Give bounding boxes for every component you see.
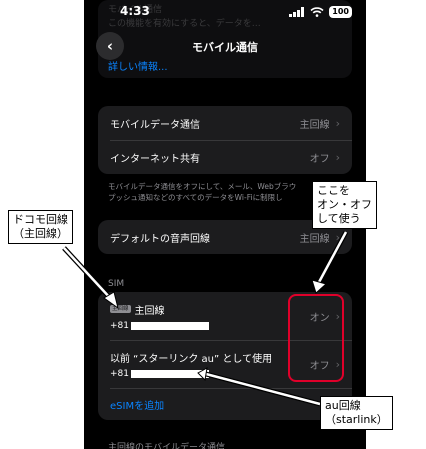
redaction-mask: [131, 369, 209, 378]
footnote-line-2: プッシュ通知などのすべてのデータをWi-Fiに制限し: [108, 193, 283, 202]
wifi-icon: [310, 7, 324, 17]
row-label: インターネット共有: [110, 153, 200, 165]
toggle-highlight-box: [288, 294, 344, 382]
row-label: デフォルトの音声回線: [110, 233, 210, 245]
sim-number-prefix: +81: [110, 368, 129, 379]
redaction-mask: [131, 321, 209, 330]
sim-name-label: 以前 “スターリンク au” として使用: [110, 353, 273, 365]
sim-badge: 主回線: [110, 305, 131, 313]
row-label: モバイルデータ通信: [110, 119, 200, 131]
sim-text: 主回線 主回線 +81: [110, 302, 310, 331]
sim-name: 主回線 主回線: [110, 302, 310, 317]
callout-au: au回線 （starlink）: [320, 396, 393, 430]
battery-icon: 100: [329, 6, 352, 18]
chevron-right-icon: ›: [335, 230, 340, 244]
chevron-right-icon: ›: [335, 150, 340, 164]
row-value: オフ: [309, 153, 330, 165]
page-title: モバイル通信: [192, 41, 258, 54]
sim-number: +81: [110, 321, 310, 331]
status-time: 4:33: [120, 4, 150, 18]
bottom-section-text: 主回線のモバイルデータ通信: [108, 443, 226, 449]
row-mobile-data[interactable]: モバイルデータ通信 主回線 ›: [98, 106, 352, 140]
chevron-right-icon: ›: [335, 116, 340, 130]
sim-number: +81: [110, 369, 310, 379]
callout-docomo: ドコモ回線 （主回線）: [8, 210, 73, 244]
more-info-link[interactable]: 詳しい情報...: [108, 58, 168, 73]
status-icons: 100: [289, 5, 352, 19]
sim-number-prefix: +81: [110, 320, 129, 331]
row-personal-hotspot[interactable]: インターネット共有 オフ ›: [98, 140, 352, 174]
row-value: 主回線: [299, 119, 330, 131]
add-esim-button[interactable]: eSIMを追加: [98, 388, 352, 420]
sim-name-label: 主回線: [134, 305, 165, 317]
callout-toggle: ここを オン・オフ して使う: [312, 181, 377, 229]
sim-text: 以前 “スターリンク au” として使用 +81: [110, 350, 310, 379]
row-value: 主回線: [299, 233, 330, 245]
signal-icon: [289, 7, 305, 17]
footnote-line-1: モバイルデータ通信をオフにして、メール、Webブラウ: [108, 182, 297, 191]
data-settings-group: モバイルデータ通信 主回線 › インターネット共有 オフ ›: [98, 106, 352, 174]
status-bar: 4:33 100: [84, 0, 366, 24]
sim-name: 以前 “スターリンク au” として使用: [110, 350, 310, 365]
sim-section-header: SIM: [108, 279, 125, 289]
